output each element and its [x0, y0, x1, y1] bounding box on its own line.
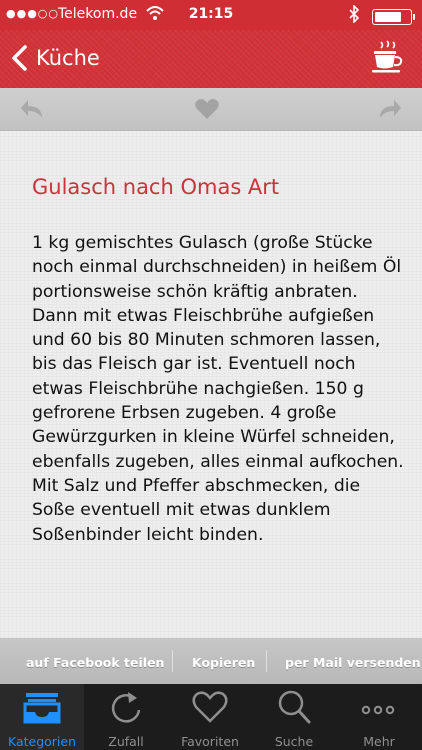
- redo-arrow-icon[interactable]: [376, 96, 402, 122]
- heart-icon[interactable]: [194, 96, 220, 122]
- back-button-label: Küche: [36, 46, 100, 70]
- recipe-toolbar: [0, 88, 422, 131]
- tab-kategorien[interactable]: Kategorien: [0, 684, 84, 750]
- bluetooth-icon: [348, 4, 360, 27]
- inbox-tray-icon: [23, 693, 61, 724]
- battery-icon: [372, 9, 415, 25]
- coffee-cup-icon[interactable]: [372, 40, 404, 74]
- tab-zufall[interactable]: Zufall: [84, 684, 168, 750]
- back-button[interactable]: Küche: [10, 40, 100, 76]
- tab-label: Zufall: [108, 734, 144, 749]
- more-dots-icon: [361, 705, 395, 715]
- recipe-content: Gulasch nach Omas Art 1 kg gemischtes Gu…: [0, 131, 422, 638]
- share-facebook-button[interactable]: auf Facebook teilen: [26, 655, 164, 670]
- copy-button[interactable]: Kopieren: [192, 655, 255, 670]
- chevron-left-icon: [12, 45, 27, 71]
- tab-bar: Kategorien Zufall Favoriten Suche Mehr: [0, 684, 422, 750]
- heart-outline-icon: [192, 691, 228, 723]
- recipe-text: 1 kg gemischtes Gulasch (große Stücke no…: [32, 233, 404, 545]
- navigation-bar: Küche: [0, 30, 422, 88]
- tab-label: Kategorien: [7, 734, 77, 749]
- status-bar: ●●●○○ Telekom.de 21:15: [0, 0, 422, 30]
- tab-label: Favoriten: [181, 734, 239, 749]
- tab-mehr[interactable]: Mehr: [336, 684, 422, 750]
- send-mail-button[interactable]: per Mail versenden: [285, 655, 421, 670]
- tab-label: Suche: [274, 734, 314, 749]
- divider: [266, 650, 267, 672]
- refresh-icon: [111, 692, 141, 723]
- recipe-title: Gulasch nach Omas Art: [32, 175, 280, 199]
- tab-favoriten[interactable]: Favoriten: [168, 684, 252, 750]
- undo-arrow-icon[interactable]: [20, 96, 46, 122]
- divider: [172, 650, 173, 672]
- magnifier-icon: [278, 690, 311, 724]
- share-action-bar: auf Facebook teilen Kopieren per Mail ve…: [0, 638, 422, 684]
- tab-suche[interactable]: Suche: [252, 684, 336, 750]
- tab-label: Mehr: [363, 734, 395, 749]
